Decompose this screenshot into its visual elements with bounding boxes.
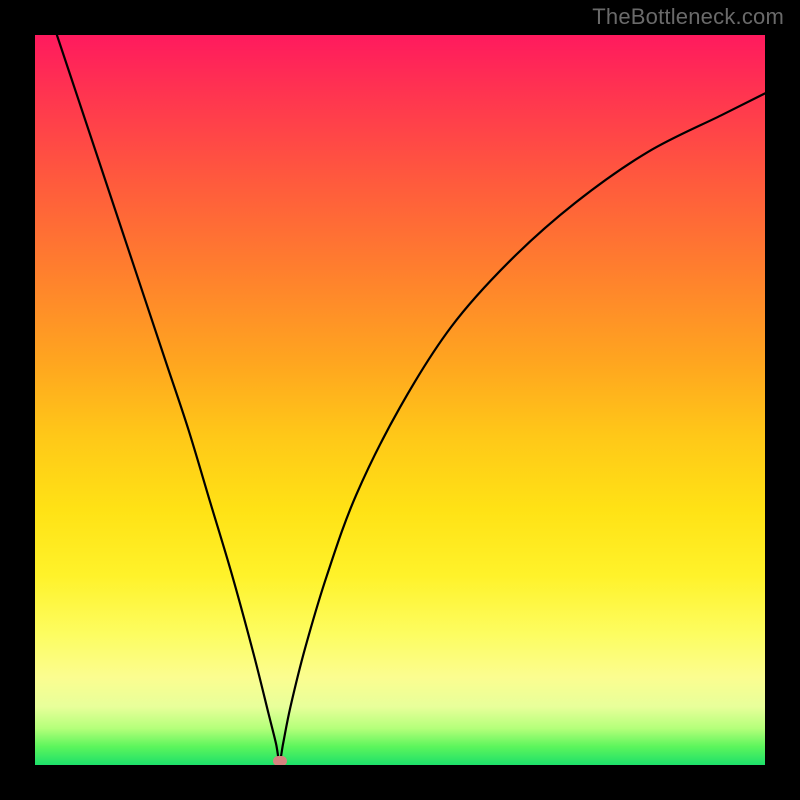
chart-frame: TheBottleneck.com: [0, 0, 800, 800]
curve-svg: [35, 35, 765, 765]
minimum-marker: [273, 756, 287, 765]
bottleneck-curve: [57, 35, 765, 761]
watermark-text: TheBottleneck.com: [592, 4, 784, 30]
plot-area: [35, 35, 765, 765]
